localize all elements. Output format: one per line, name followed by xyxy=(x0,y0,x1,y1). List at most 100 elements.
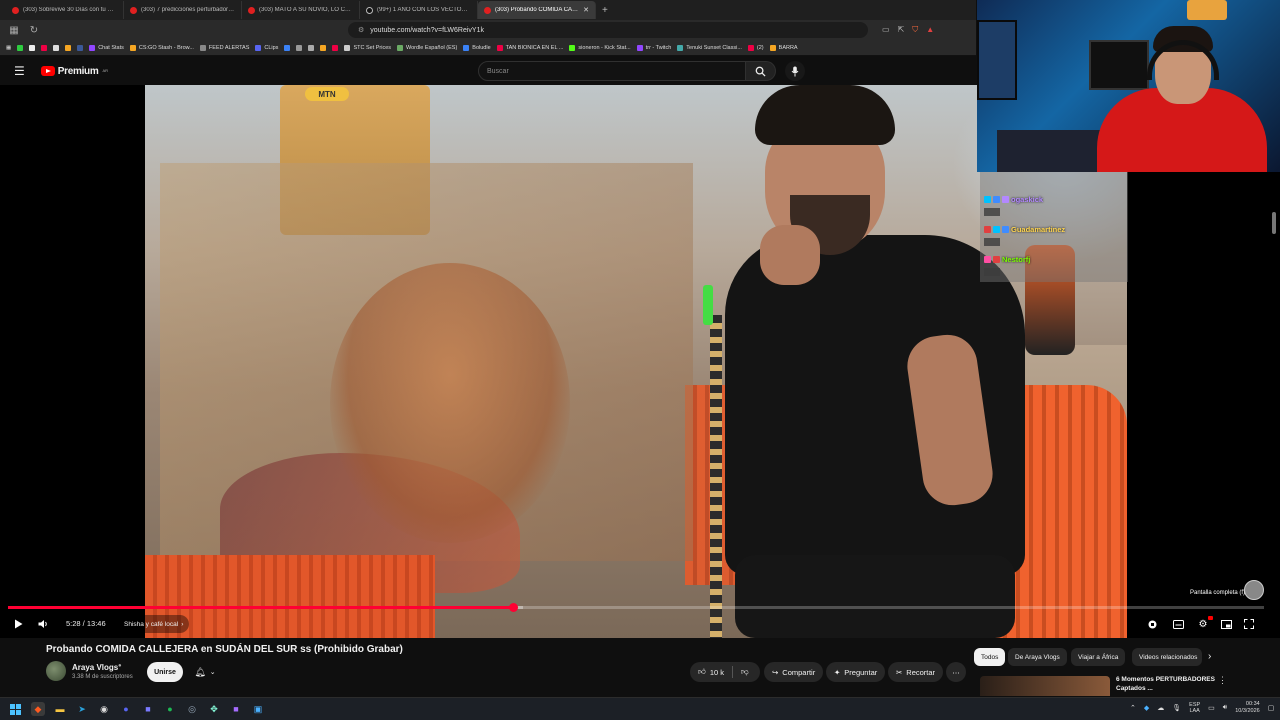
brave-shield-icon[interactable]: ⛉ xyxy=(912,25,918,35)
bookmark-item[interactable]: FEED ALERTAS xyxy=(199,44,249,51)
bookmark-item[interactable]: trr - Twitch xyxy=(636,44,671,51)
share-icon[interactable]: ⇱ xyxy=(898,25,905,35)
app-tray-icon[interactable]: ◆ xyxy=(1144,704,1149,712)
app-tray-icon[interactable]: ☁ xyxy=(1157,704,1164,712)
autoplay-toggle[interactable] xyxy=(1144,616,1160,632)
bookmark-item[interactable]: Boludle xyxy=(463,44,491,51)
discord-icon[interactable]: ● xyxy=(119,702,133,716)
recommendation-title[interactable]: 6 Momentos PERTURBADORES Captados ... xyxy=(1116,675,1216,693)
hd-badge-icon xyxy=(1208,616,1213,620)
reload-icon[interactable]: ↻ xyxy=(28,25,40,36)
close-tab-icon[interactable]: ✕ xyxy=(583,6,589,14)
settings-button[interactable]: ⚙ xyxy=(1195,616,1213,632)
bookmark-icon[interactable] xyxy=(17,44,24,51)
youtube-icon xyxy=(12,6,19,14)
ask-button[interactable]: ✦ Preguntar xyxy=(826,662,886,682)
bookmark-item[interactable]: TAN BIONICA EN EL ... xyxy=(496,44,563,51)
network-icon[interactable]: ▭ xyxy=(1208,704,1215,712)
app-icon[interactable]: ▣ xyxy=(251,702,265,716)
microphone-icon[interactable]: 🎙︎ xyxy=(1172,704,1181,712)
browser-tab[interactable]: (303) Sobrevive 30 Días con tu Ex en xyxy=(6,1,124,19)
bookmark-item[interactable]: Wordle Español (ES) xyxy=(397,44,457,51)
fullscreen-button[interactable] xyxy=(1241,616,1257,632)
bookmark-icon[interactable] xyxy=(332,44,339,51)
chip-from-channel[interactable]: De Araya Vlogs xyxy=(1008,648,1067,666)
scrollbar-thumb[interactable] xyxy=(1272,212,1276,234)
app-icon[interactable]: ■ xyxy=(229,702,243,716)
file-explorer-icon[interactable]: ▬ xyxy=(53,702,67,716)
more-vertical-icon[interactable]: ⋮ xyxy=(1218,675,1227,686)
tab-title: (303) Sobrevive 30 Días con tu Ex en xyxy=(23,7,117,13)
obs-icon[interactable]: ◉ xyxy=(97,702,111,716)
progress-scrubber-handle[interactable] xyxy=(508,603,518,612)
bookmark-item[interactable]: STC Set Prices xyxy=(344,44,391,51)
bookmark-item[interactable]: (2) xyxy=(747,44,764,51)
chip-travel-africa[interactable]: Viajar a África xyxy=(1071,648,1126,666)
clip-button[interactable]: ✂ Recortar xyxy=(888,662,944,682)
thumbs-up-icon: 👍︎ xyxy=(698,667,706,676)
page-scrollbar[interactable] xyxy=(1270,172,1278,692)
clock[interactable]: 00:34 10/3/2026 xyxy=(1235,701,1259,715)
recommendation-thumbnail[interactable] xyxy=(980,676,1110,696)
voice-search-button[interactable] xyxy=(785,61,805,81)
bookmark-item[interactable]: sioneron - Kick Stat... xyxy=(569,44,631,51)
more-actions-button[interactable]: ⋯ xyxy=(946,662,966,682)
search-input[interactable]: Buscar xyxy=(478,61,746,81)
dislike-button[interactable]: 👎︎ xyxy=(741,667,749,677)
progress-bar[interactable] xyxy=(8,603,1264,612)
windows-start-icon[interactable] xyxy=(8,702,22,716)
site-info-icon[interactable]: ⚙ xyxy=(358,26,364,34)
youtube-premium-logo[interactable]: Premium AR xyxy=(40,66,108,77)
language-indicator[interactable]: ESP LAA xyxy=(1189,702,1200,714)
join-button[interactable]: Unirse xyxy=(147,662,183,682)
miniplayer-button[interactable] xyxy=(1218,616,1234,632)
channel-name[interactable]: Araya Vlogs xyxy=(72,663,118,672)
search-button[interactable] xyxy=(746,61,776,81)
chapter-button[interactable]: Shisha y café local › xyxy=(118,615,190,633)
bookmark-icon[interactable] xyxy=(77,44,84,51)
app-icon[interactable]: ■ xyxy=(141,702,155,716)
browser-tab[interactable]: (303) MATÓ A SU NOVIO, LO COCINÓ xyxy=(242,1,360,19)
spotify-icon[interactable]: ● xyxy=(163,702,177,716)
bookmark-item[interactable]: Tenuki Sunset Classi... xyxy=(677,44,742,51)
bookmark-icon[interactable] xyxy=(296,44,303,51)
bookmark-item[interactable]: CS:GO Stash - Brow... xyxy=(129,44,194,51)
volume-icon[interactable]: 🔊︎ xyxy=(1223,704,1227,712)
steam-icon[interactable]: ◎ xyxy=(185,702,199,716)
apps-icon[interactable]: ▦ xyxy=(8,25,20,36)
bookmark-item[interactable]: CLips xyxy=(255,44,278,51)
bookmark-icon[interactable] xyxy=(320,44,327,51)
notifications-icon[interactable]: ▢ xyxy=(1268,704,1275,712)
bookmark-item[interactable]: BARRA xyxy=(769,44,798,51)
apps-grid-icon[interactable]: ▦ xyxy=(6,45,11,51)
bookmark-icon[interactable] xyxy=(308,44,315,51)
brave-rewards-icon[interactable]: ▲ xyxy=(926,25,934,35)
notification-bell-button[interactable]: 🔔︎ ⌄ xyxy=(188,662,222,682)
browser-tab[interactable]: (99+) 1 AÑO CON LOS VECTORGAS xyxy=(360,1,478,19)
new-tab-button[interactable]: + xyxy=(602,5,608,16)
hamburger-menu-icon[interactable]: ☰ xyxy=(14,64,25,78)
browser-tab[interactable]: (303) 7 predicciones perturbadoras q xyxy=(124,1,242,19)
brave-browser-icon[interactable]: ◆ xyxy=(31,702,45,716)
bookmark-icon[interactable] xyxy=(41,44,48,51)
play-button[interactable] xyxy=(10,616,26,632)
bookmark-icon[interactable] xyxy=(284,44,291,51)
bookmark-icon[interactable] xyxy=(29,44,36,51)
bookmark-icon[interactable] xyxy=(53,44,60,51)
address-bar[interactable]: ⚙ youtube.com/watch?v=fLW6ReivY1k xyxy=(348,22,868,38)
bookmark-item[interactable]: Chat Stats xyxy=(89,44,124,51)
like-button[interactable]: 👍︎ 10 k xyxy=(698,667,724,677)
screen-cast-icon[interactable]: ▭ xyxy=(882,25,890,35)
subtitles-button[interactable] xyxy=(1170,616,1186,632)
volume-button[interactable] xyxy=(35,616,51,632)
chip-all[interactable]: Todos xyxy=(974,648,1006,666)
chevron-up-icon[interactable]: ⌃ xyxy=(1130,704,1136,712)
chip-related[interactable]: Videos relacionados xyxy=(1132,648,1202,666)
app-icon[interactable]: ✥ xyxy=(207,702,221,716)
telegram-icon[interactable]: ➤ xyxy=(75,702,89,716)
bookmark-icon[interactable] xyxy=(65,44,72,51)
browser-tab-active[interactable]: (303) Probando COMIDA CALLE ✕ xyxy=(478,1,596,19)
chevron-right-icon[interactable]: › xyxy=(1208,651,1211,662)
share-button[interactable]: ↪ Compartir xyxy=(764,662,824,682)
channel-avatar[interactable] xyxy=(46,661,66,681)
